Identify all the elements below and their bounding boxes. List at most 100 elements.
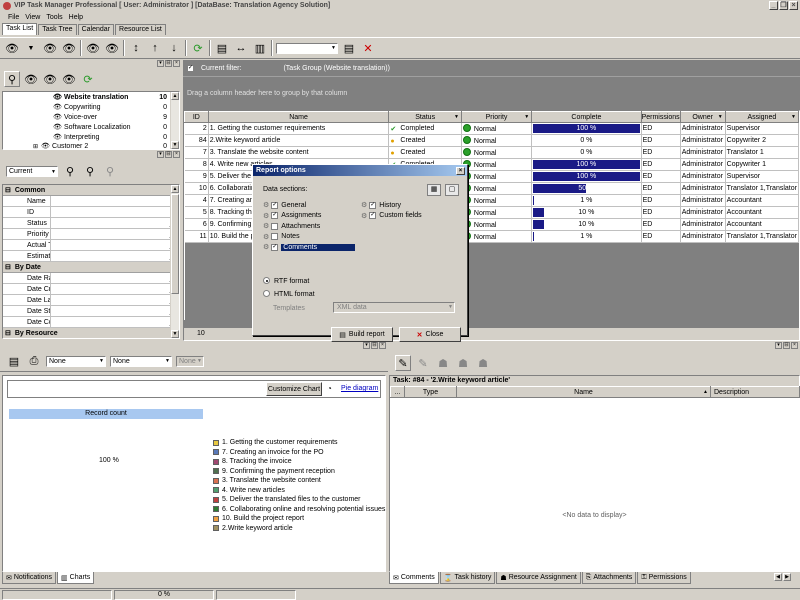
property-row[interactable]: Date Startı▼ [3, 306, 179, 317]
edit-group-icon[interactable]: 👁 [42, 71, 58, 87]
templates-combo[interactable]: XML data ▼ [333, 302, 455, 313]
tab-notifications[interactable]: ✉ Notifications [2, 572, 57, 584]
filter-funnel-icon[interactable]: ⚲ [62, 163, 78, 179]
section-checkbox[interactable] [271, 222, 279, 230]
data-section-item[interactable]: ⚙ ✓ Custom fields [361, 211, 422, 222]
column-header-status[interactable]: Status ▼ [388, 111, 462, 123]
new-task-icon[interactable]: 👁 [4, 40, 20, 56]
section-checkbox[interactable]: ✓ [271, 212, 279, 220]
data-section-item[interactable]: ⚙ ✓ Assignments [263, 211, 355, 222]
property-row[interactable]: Priority▼ [3, 229, 179, 240]
property-row[interactable]: ID [3, 207, 179, 218]
panel-close-icon[interactable]: × [173, 151, 180, 158]
tab-charts[interactable]: ▥ Charts [57, 572, 95, 584]
property-category[interactable]: ⊟ By Resource [3, 328, 179, 338]
restore-button[interactable]: ❐ [779, 1, 788, 10]
filter-checkbox[interactable]: ✓ [187, 64, 194, 72]
scroll-thumb[interactable] [171, 194, 179, 294]
column-header-menu[interactable]: ... [390, 386, 405, 398]
select-all-icon[interactable]: ▦ [427, 184, 441, 196]
tab-task-tree[interactable]: Task Tree [38, 24, 77, 35]
refresh-icon[interactable]: ⟳ [190, 40, 206, 56]
column-header-owner[interactable]: Owner ▼ [679, 111, 726, 123]
property-value[interactable]: ▼ [51, 273, 179, 283]
group-by-area[interactable]: Drag a column header here to group by th… [183, 76, 800, 110]
property-scrollbar[interactable]: ▲ ▼ [170, 185, 179, 338]
menu-tools[interactable]: Tools [46, 14, 62, 21]
build-report-button[interactable]: ▤ Build report [331, 327, 393, 342]
chart-combo-1[interactable]: None ▼ [46, 356, 106, 367]
menu-help[interactable]: Help [69, 14, 83, 21]
column-header-priority[interactable]: Priority ▼ [460, 111, 533, 123]
data-section-item[interactable]: ⚙ ✓ General [263, 200, 355, 211]
panel-float-icon[interactable]: ⊟ [165, 151, 172, 158]
property-category[interactable]: ⊟ By Date [3, 262, 179, 273]
scroll-up-arrow[interactable]: ▲ [171, 92, 179, 100]
edit-task-icon[interactable]: 👁 [42, 40, 58, 56]
property-row[interactable]: Date Creat▼ [3, 284, 179, 295]
tab-scroll-left-icon[interactable]: ◀ [774, 573, 782, 581]
property-row[interactable]: Date Rang▼ [3, 273, 179, 284]
property-value[interactable]: ▼ [51, 229, 179, 239]
tab-scroll-right-icon[interactable]: ▶ [783, 573, 791, 581]
toolbar-combo[interactable]: ▼ [276, 42, 338, 54]
column-header-assigned[interactable]: Assigned ▼ [724, 111, 800, 123]
column-header-type[interactable]: Type [404, 386, 457, 398]
scroll-down-arrow[interactable]: ▼ [171, 330, 179, 338]
column-header-id[interactable]: ID [184, 111, 209, 123]
column-header-permissions[interactable]: Permissions [640, 111, 681, 123]
chart-combo-3[interactable]: None ▼ [176, 356, 204, 367]
tab-comments[interactable]: ✉ Comments [389, 572, 439, 584]
tree-item[interactable]: 👁 Voice-over 9 [3, 113, 179, 123]
minimize-button[interactable]: _ [769, 1, 778, 10]
expand-icon[interactable]: ⊞ [33, 143, 38, 150]
close-dialog-button[interactable]: ✕ Close [399, 327, 461, 342]
property-value[interactable]: ▼ [51, 284, 179, 294]
section-checkbox[interactable]: ✓ [271, 243, 279, 251]
panel-float-icon[interactable]: ⊟ [165, 60, 172, 67]
section-checkbox[interactable] [271, 233, 279, 241]
panel-pin-icon[interactable]: ▾ [157, 151, 164, 158]
panel-float-icon[interactable]: ⊟ [371, 342, 378, 349]
delete-attachment-icon[interactable]: ☗ [475, 355, 491, 371]
panel-pin-icon[interactable]: ▾ [363, 342, 370, 349]
filter-icon[interactable]: ⚲ [4, 71, 20, 87]
tab-task-list[interactable]: Task List [2, 23, 38, 35]
property-value[interactable]: ▼ [51, 295, 179, 305]
filter-apply-icon[interactable]: ▤ [341, 40, 357, 56]
menu-view[interactable]: View [25, 14, 40, 21]
dropdown-arrow-icon[interactable]: ▼ [23, 40, 39, 56]
add-attachment-icon[interactable]: ✎ [395, 355, 411, 371]
assign-icon[interactable]: 👁 [104, 40, 120, 56]
print-chart-icon[interactable]: ▤ [6, 354, 22, 370]
refresh-tree-icon[interactable]: ⟳ [80, 71, 96, 87]
tab-attachments[interactable]: ⎘ Attachments [581, 572, 637, 584]
open-attachment-icon[interactable]: ☗ [435, 355, 451, 371]
scroll-down-arrow[interactable]: ▼ [171, 141, 179, 149]
menu-file[interactable]: File [8, 14, 19, 21]
move-up-icon[interactable]: ↑ [147, 40, 163, 56]
html-radio[interactable] [263, 290, 270, 297]
panel-close-icon[interactable]: × [791, 342, 798, 349]
pie-diagram-link[interactable]: Pie diagram [341, 385, 378, 392]
save-attachment-icon[interactable]: ☗ [455, 355, 471, 371]
section-checkbox[interactable]: ✓ [369, 212, 377, 220]
close-button[interactable]: × [789, 1, 798, 10]
tree-item[interactable]: 👁 Copywriting 0 [3, 103, 179, 113]
panel-float-icon[interactable]: ⊟ [783, 342, 790, 349]
chart-combo-2[interactable]: None ▼ [110, 356, 172, 367]
delete-task-icon[interactable]: 👁 [61, 40, 77, 56]
property-value[interactable]: ▼ [51, 317, 179, 327]
column-header-name[interactable]: Name [207, 111, 390, 123]
section-checkbox[interactable]: ✓ [271, 201, 279, 209]
property-row[interactable]: Name [3, 196, 179, 207]
rtf-radio[interactable] [263, 277, 270, 284]
html-format-option[interactable]: HTML format [263, 290, 315, 298]
property-value[interactable]: ▼ [51, 240, 179, 250]
columns-icon[interactable]: ▥ [252, 40, 268, 56]
tree-scrollbar[interactable]: ▲ ▼ [170, 92, 179, 149]
fit-width-icon[interactable]: ↔ [233, 40, 249, 56]
column-header-complete[interactable]: Complete [531, 111, 642, 123]
scroll-up-arrow[interactable]: ▲ [171, 185, 179, 193]
filter-combo[interactable]: Current ▼ [6, 165, 58, 177]
